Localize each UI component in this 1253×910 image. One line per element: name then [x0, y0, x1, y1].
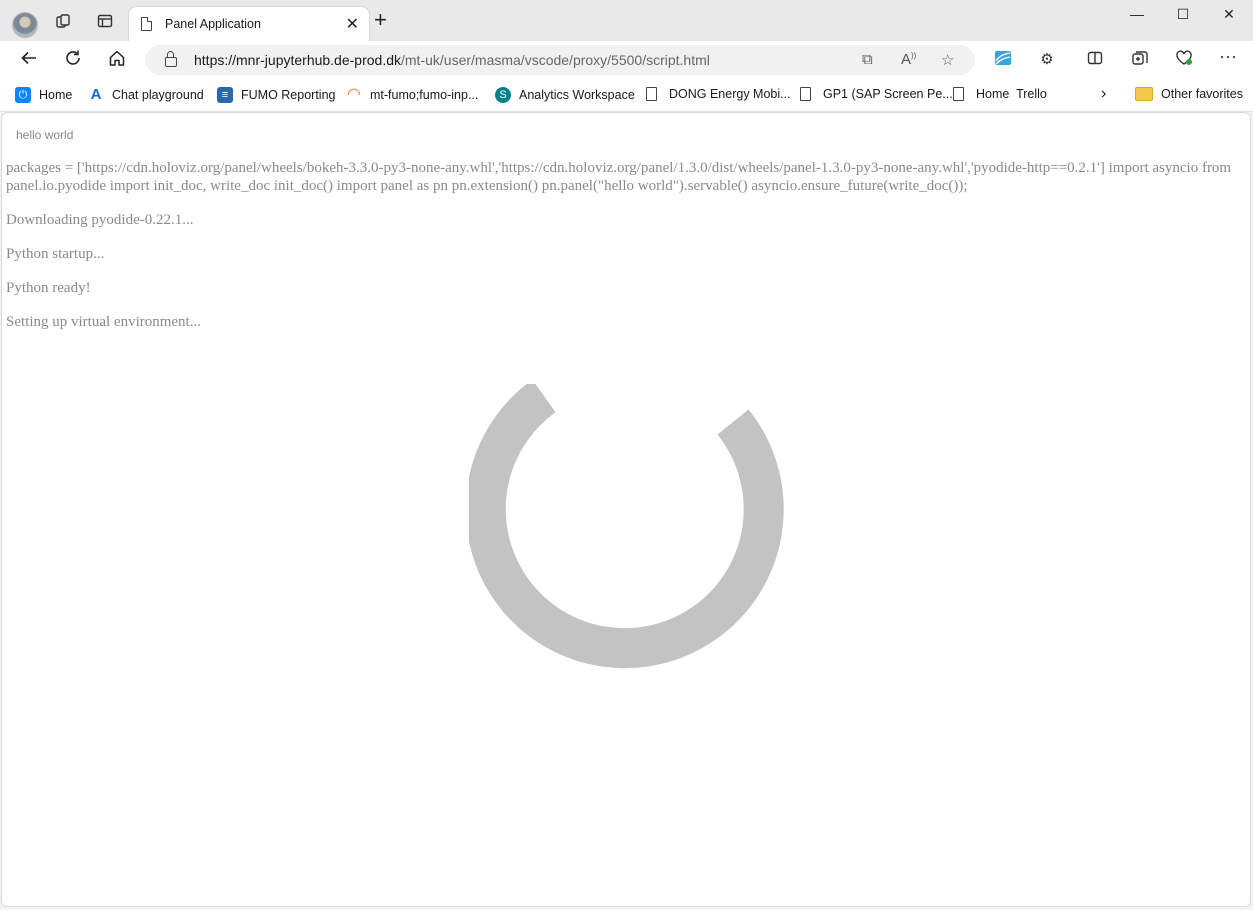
favorite-label: GP1 (SAP Screen Pe... — [823, 87, 953, 101]
page-icon — [953, 87, 964, 101]
minimize-button[interactable]: — — [1122, 6, 1152, 22]
more-favorites-chevron-icon[interactable]: › — [1101, 85, 1106, 103]
browser-window: Panel Application ✕ + — ☐ ✕ https://mnr-… — [0, 0, 1253, 910]
favorite-label: Analytics Workspace — [519, 88, 635, 102]
favorite-label: DONG Energy Mobi... — [669, 87, 791, 101]
page-icon — [141, 17, 152, 31]
folder-icon — [1135, 87, 1153, 101]
log-line-script: packages = ['https://cdn.holoviz.org/pan… — [6, 160, 1232, 194]
other-favorites-label: Other favorites — [1161, 87, 1243, 101]
favorite-chat-playground[interactable]: A Chat playground — [88, 87, 204, 103]
settings-more-icon[interactable]: ··· — [1216, 46, 1240, 67]
favorite-label: FUMO Reporting — [241, 88, 336, 102]
favorite-label: Home Trello — [976, 87, 1047, 101]
report-icon: ≡ — [217, 87, 233, 103]
read-aloud-icon[interactable]: A)) — [901, 51, 916, 68]
favorites-bar: ⏻ Home A Chat playground ≡ FUMO Reportin… — [0, 79, 1253, 112]
refresh-button[interactable] — [61, 49, 85, 71]
tab-title: Panel Application — [165, 17, 261, 31]
back-button[interactable] — [17, 49, 41, 71]
favorite-dong-energy[interactable]: DONG Energy Mobi... — [646, 87, 791, 101]
address-bar[interactable]: https://mnr-jupyterhub.de-prod.dk/mt-uk/… — [145, 45, 975, 75]
favorite-label: Chat playground — [112, 88, 204, 102]
profile-avatar[interactable] — [12, 12, 38, 38]
maximize-button[interactable]: ☐ — [1168, 6, 1198, 23]
favorite-fumo-reporting[interactable]: ≡ FUMO Reporting — [217, 87, 335, 103]
loading-spinner — [469, 384, 784, 669]
extension-waves-icon[interactable] — [991, 50, 1015, 70]
log-line-ready: Python ready! — [6, 280, 91, 296]
favorite-home[interactable]: ⏻ Home — [15, 87, 72, 103]
spinner-arc — [469, 384, 784, 669]
power-icon: ⏻ — [15, 87, 31, 103]
url-path: /mt-uk/user/masma/vscode/proxy/5500/scri… — [401, 52, 710, 68]
close-tab-icon[interactable]: ✕ — [346, 14, 359, 34]
favorite-label: Home — [39, 88, 73, 102]
panel-output-text: hello world — [16, 128, 74, 142]
favorite-gp1-sap[interactable]: GP1 (SAP Screen Pe... — [800, 87, 953, 101]
other-favorites[interactable]: Other favorites — [1135, 87, 1243, 101]
favorite-mt-fumo[interactable]: ◠ mt-fumo;fumo-inp... — [346, 87, 478, 103]
collections-icon[interactable] — [1128, 50, 1152, 70]
page-icon — [800, 87, 811, 101]
open-in-app-icon[interactable]: ⧉ — [862, 51, 873, 68]
split-screen-icon[interactable] — [1083, 50, 1107, 70]
status-log: packages = ['https://cdn.holoviz.org/pan… — [6, 159, 1241, 347]
page-icon — [646, 87, 657, 101]
log-line-venv: Setting up virtual environment... — [6, 314, 201, 330]
tab-actions-icon[interactable] — [93, 9, 117, 33]
address-url[interactable]: https://mnr-jupyterhub.de-prod.dk/mt-uk/… — [194, 52, 710, 68]
browser-essentials-icon[interactable] — [1172, 50, 1196, 70]
close-window-button[interactable]: ✕ — [1214, 6, 1244, 23]
extensions-icon[interactable]: ⚙ — [1035, 50, 1059, 68]
lock-icon[interactable] — [165, 51, 177, 67]
sharepoint-icon: S — [495, 87, 511, 103]
favorite-label: mt-fumo;fumo-inp... — [370, 88, 479, 102]
log-line-startup: Python startup... — [6, 246, 105, 262]
page-content: hello world packages = ['https://cdn.hol… — [1, 112, 1251, 907]
tab-panel-application[interactable]: Panel Application ✕ — [129, 7, 369, 41]
jupyter-icon: ◠ — [347, 86, 361, 103]
favorite-home-trello[interactable]: Home Trello — [953, 87, 1047, 101]
url-host: https://mnr-jupyterhub.de-prod.dk — [194, 52, 401, 68]
workspaces-icon[interactable] — [51, 9, 75, 33]
tab-bar: Panel Application ✕ + — ☐ ✕ — [0, 0, 1253, 41]
new-tab-button[interactable]: + — [374, 9, 387, 31]
navigation-bar: https://mnr-jupyterhub.de-prod.dk/mt-uk/… — [0, 41, 1253, 79]
azure-icon: A — [90, 86, 102, 103]
home-button[interactable] — [105, 49, 129, 71]
log-line-download: Downloading pyodide-0.22.1... — [6, 212, 194, 228]
favorite-analytics-workspace[interactable]: S Analytics Workspace — [495, 87, 635, 103]
favorite-star-icon[interactable]: ☆ — [941, 51, 954, 69]
